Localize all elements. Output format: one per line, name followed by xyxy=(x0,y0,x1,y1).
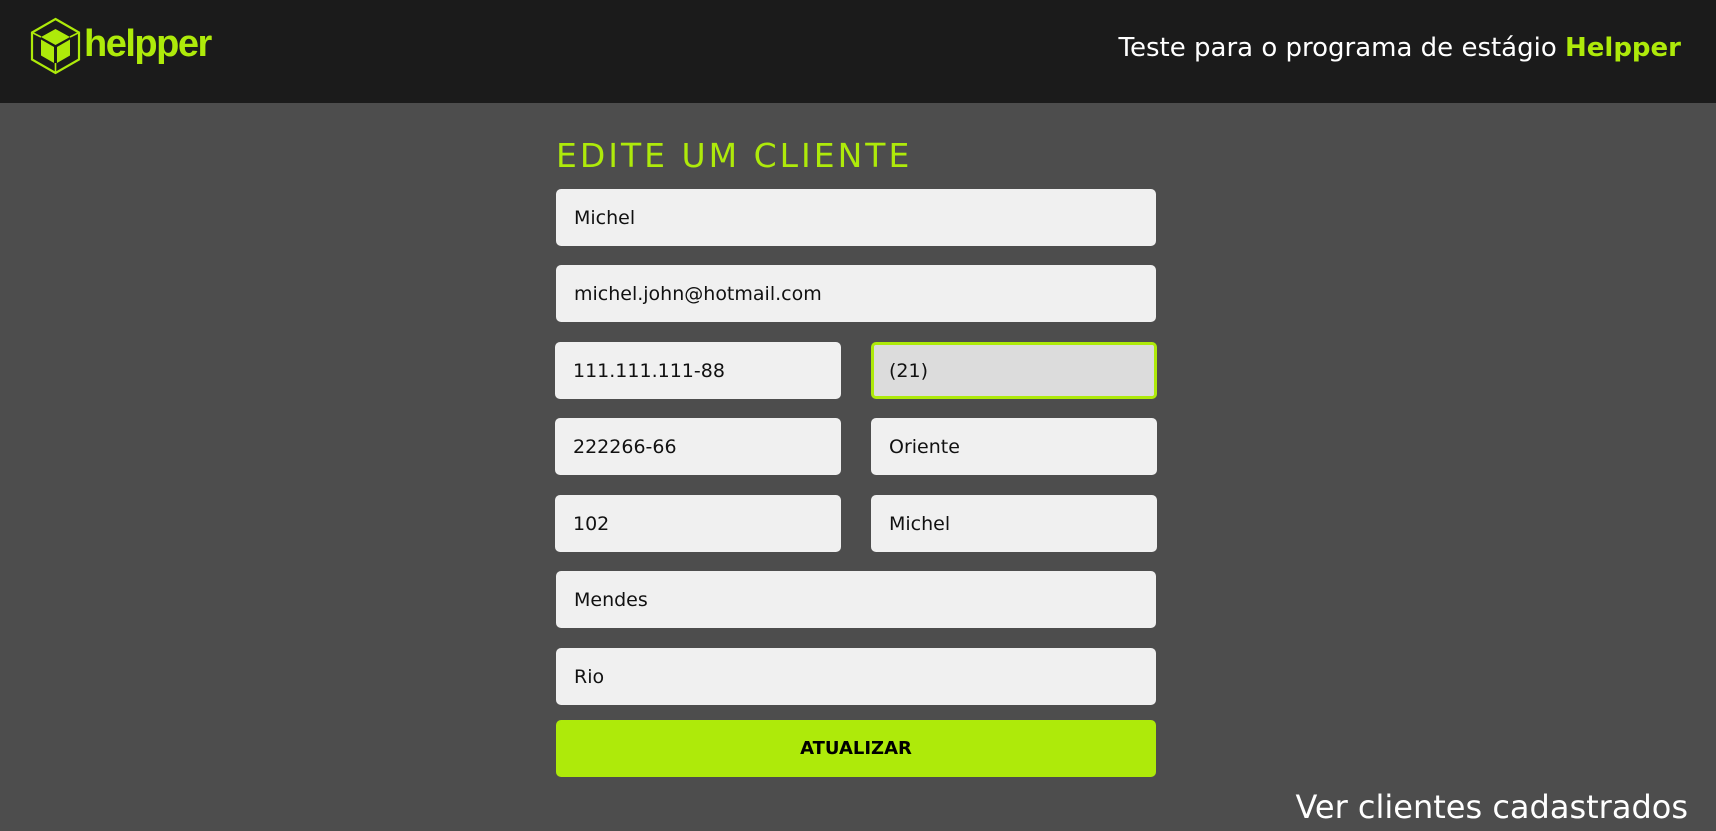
name-input[interactable] xyxy=(556,189,1156,246)
tagline-brand: Helpper xyxy=(1565,33,1681,63)
phone-input[interactable] xyxy=(871,342,1157,399)
city-input[interactable] xyxy=(556,648,1156,705)
top-bar: helpper Teste para o programa de estágio… xyxy=(0,0,1716,103)
update-button[interactable]: ATUALIZAR xyxy=(556,720,1156,777)
street-input[interactable] xyxy=(871,418,1157,475)
cube-icon xyxy=(30,17,81,75)
cep-input[interactable] xyxy=(555,418,841,475)
view-clients-link[interactable]: Ver clientes cadastrados xyxy=(1295,788,1688,826)
form-title: EDITE UM CLIENTE xyxy=(556,136,913,175)
district-input[interactable] xyxy=(556,571,1156,628)
logo[interactable]: helpper xyxy=(29,17,212,75)
number-input[interactable] xyxy=(555,495,841,552)
email-input[interactable] xyxy=(556,265,1156,322)
cpf-input[interactable] xyxy=(555,342,841,399)
neighborhood-input[interactable] xyxy=(871,495,1157,552)
logo-text: helpper xyxy=(84,22,212,65)
header-tagline: Teste para o programa de estágio Helpper xyxy=(1119,33,1681,63)
tagline-text: Teste para o programa de estágio xyxy=(1118,33,1566,63)
